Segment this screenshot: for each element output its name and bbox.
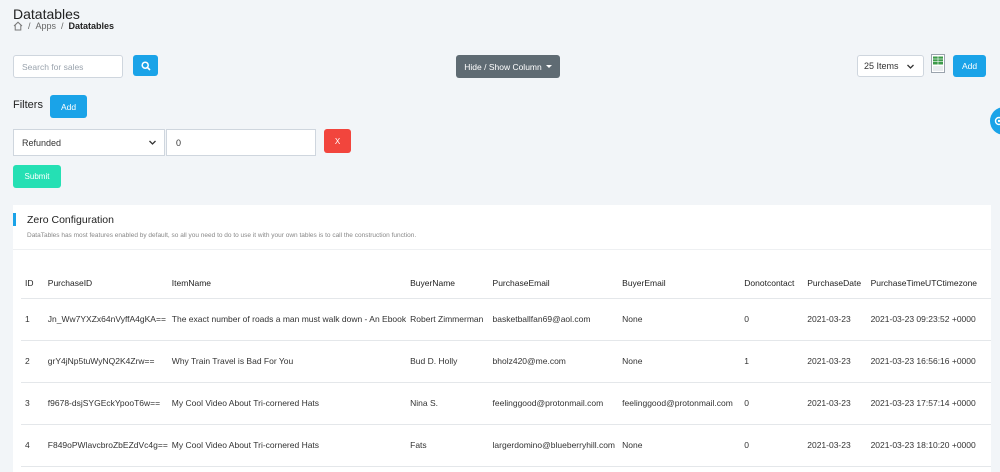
- table-cell: 2021-03-23: [803, 298, 867, 341]
- table-cell: Why Train Travel is Bad For You: [167, 340, 407, 383]
- table-cell: 2021-03-23 17:57:14 +0000: [866, 382, 991, 425]
- card-description: DataTables has most features enabled by …: [27, 232, 417, 239]
- table-row[interactable]: 2 grY4jNp5tuWyNQ2K4Zrw== Why Train Travel …: [21, 340, 991, 383]
- table-cell: 1: [740, 340, 804, 383]
- page-title: Datatables: [13, 6, 80, 22]
- card-title: Zero Configuration: [27, 214, 114, 226]
- table-cell: 0: [740, 382, 804, 425]
- column-header[interactable]: BuyerName: [406, 268, 489, 299]
- table-cell: 2021-03-23 16:56:16 +0000: [866, 340, 991, 383]
- search-button[interactable]: [133, 55, 158, 76]
- table-cell: Fats: [406, 424, 489, 467]
- table-cell: feelinggood@protonmail.com: [618, 382, 741, 425]
- table-cell: 2021-03-23: [803, 382, 867, 425]
- table-cell: Jn_Ww7YXZx64nVyffA4gKA==: [43, 298, 168, 341]
- table-cell: Bud D. Holly: [406, 340, 489, 383]
- settings-side-tab[interactable]: [990, 107, 1000, 135]
- table-cell: 2021-03-23 09:23:52 +0000: [866, 298, 991, 341]
- table-cell: 0: [740, 298, 804, 341]
- table-cell: 2: [21, 340, 44, 383]
- card-accent-bar: [13, 213, 16, 226]
- add-button[interactable]: Add: [953, 55, 986, 77]
- filters-label: Filters: [13, 99, 43, 111]
- table-cell: None: [618, 424, 741, 467]
- add-filter-button[interactable]: Add: [50, 95, 87, 118]
- table-cell: grY4jNp5tuWyNQ2K4Zrw==: [43, 340, 168, 383]
- gear-icon: [994, 116, 1000, 126]
- table-row[interactable]: 4 F849oPWlavcbroZbEZdVc4g== My Cool Video …: [21, 424, 991, 467]
- table-cell: feelinggood@protonmail.com: [488, 382, 619, 425]
- column-header[interactable]: Donotcontact: [740, 268, 804, 299]
- breadcrumb-separator: /: [61, 21, 64, 31]
- table-cell: 4: [21, 424, 44, 467]
- csv-file-icon[interactable]: [931, 54, 945, 73]
- table-row[interactable]: 3 f9678-dsjSYGEckYpooT6w== My Cool Video A…: [21, 382, 991, 425]
- table-cell: largerdomino@blueberryhill.com: [488, 424, 619, 467]
- hide-show-column-button[interactable]: Hide / Show Column: [456, 55, 560, 78]
- column-header[interactable]: ItemName: [167, 268, 407, 299]
- search-icon: [140, 60, 151, 71]
- items-per-page-select[interactable]: 25 Items: [857, 55, 924, 77]
- column-header[interactable]: PurchaseEmail: [488, 268, 619, 299]
- table-cell: None: [618, 298, 741, 341]
- table-row[interactable]: 1 Jn_Ww7YXZx64nVyffA4gKA== The exact numbe…: [21, 298, 991, 341]
- filter-value-input[interactable]: [166, 129, 316, 156]
- column-header[interactable]: BuyerEmail: [618, 268, 741, 299]
- table-cell: 2021-03-23: [803, 340, 867, 383]
- breadcrumb-separator: /: [28, 21, 31, 31]
- remove-filter-button[interactable]: X: [324, 129, 351, 153]
- breadcrumb-current: Datatables: [68, 21, 115, 31]
- table-cell: bholz420@me.com: [488, 340, 619, 383]
- table-cell: Nina S.: [406, 382, 489, 425]
- table-cell: 1: [21, 298, 44, 341]
- filter-field-select[interactable]: Refunded: [13, 129, 165, 156]
- table-cell: My Cool Video About Tri-cornered Hats: [167, 382, 407, 425]
- card-divider: [13, 249, 991, 250]
- items-per-page-value: 25 Items: [864, 61, 899, 71]
- datatable-card: Zero Configuration DataTables has most f…: [13, 205, 991, 472]
- filter-field-value: Refunded: [22, 137, 62, 148]
- submit-button[interactable]: Submit: [13, 165, 61, 188]
- breadcrumb-apps[interactable]: Apps: [36, 21, 57, 31]
- column-header[interactable]: ID: [21, 268, 44, 299]
- table-header-row: ID PurchaseID ItemName BuyerName PurchaseEma…: [21, 268, 991, 299]
- column-header[interactable]: PurchaseTimeUTCtimezone: [866, 268, 991, 299]
- column-header[interactable]: PurchaseDate: [803, 268, 867, 299]
- table-cell: 3: [21, 382, 44, 425]
- caret-down-icon: [545, 65, 552, 68]
- chevron-down-icon: [149, 140, 156, 145]
- table-cell: F849oPWlavcbroZbEZdVc4g==: [43, 424, 168, 467]
- home-icon[interactable]: [13, 21, 23, 31]
- column-header[interactable]: PurchaseID: [43, 268, 168, 299]
- table-cell: My Cool Video About Tri-cornered Hats: [167, 424, 407, 467]
- table-cell: Robert Zimmerman: [406, 298, 489, 341]
- hide-show-column-label: Hide / Show Column: [464, 61, 542, 72]
- table-cell: The exact number of roads a man must wal…: [167, 298, 407, 341]
- breadcrumb: / Apps / Datatables: [13, 21, 114, 31]
- table-cell: basketballfan69@aol.com: [488, 298, 619, 341]
- table-cell: f9678-dsjSYGEckYpooT6w==: [43, 382, 168, 425]
- search-input[interactable]: [13, 55, 123, 78]
- table-cell: None: [618, 340, 741, 383]
- table-cell: 0: [740, 424, 804, 467]
- chevron-down-icon: [907, 64, 914, 69]
- table-cell: 2021-03-23 18:10:20 +0000: [866, 424, 991, 467]
- table-cell: 2021-03-23: [803, 424, 867, 467]
- sales-table: ID PurchaseID ItemName BuyerName PurchaseEma…: [21, 268, 991, 467]
